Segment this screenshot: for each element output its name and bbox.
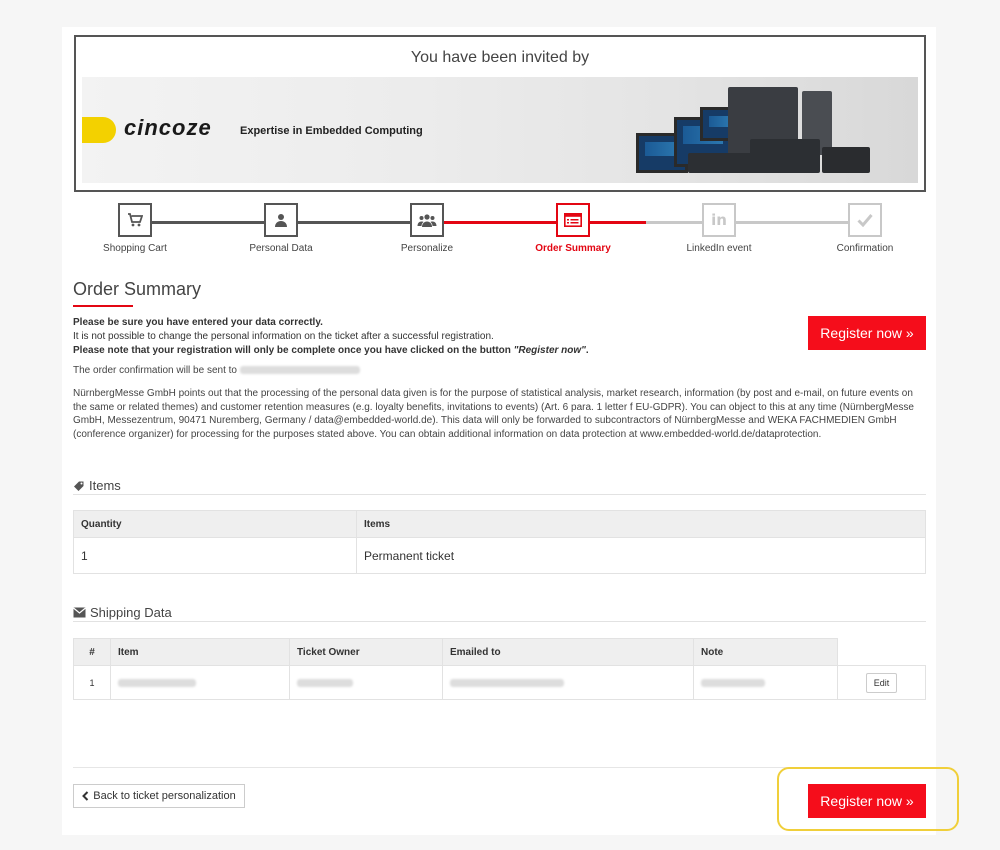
table-header: # Item Ticket Owner Emailed to Note <box>73 638 926 666</box>
items-section-title: Items <box>73 478 121 493</box>
progress-steps: Shopping Cart Personal Data Personalize … <box>74 200 926 262</box>
step-order-summary[interactable]: Order Summary <box>513 203 633 254</box>
register-now-button-bottom[interactable]: Register now » <box>808 784 926 818</box>
column-header: Note <box>693 638 838 666</box>
emailed-to-cell <box>442 665 694 700</box>
step-label: Shopping Cart <box>103 243 167 254</box>
shipping-section-title: Shipping Data <box>73 605 172 620</box>
column-header: Item <box>110 638 290 666</box>
step-personal-data[interactable]: Personal Data <box>221 203 341 254</box>
step-personalize[interactable]: Personalize <box>367 203 487 254</box>
edit-button[interactable]: Edit <box>865 672 898 693</box>
cincoze-logo-mark <box>82 117 116 143</box>
list-icon <box>556 203 590 237</box>
tag-icon <box>74 481 84 491</box>
column-header: # <box>73 638 111 666</box>
section-divider <box>73 621 926 622</box>
intro-line-1: Please be sure you have entered your dat… <box>73 317 323 328</box>
privacy-notice: NürnbergMesse GmbH points out that the p… <box>73 388 914 440</box>
step-linkedin-event[interactable]: in LinkedIn event <box>659 203 779 254</box>
cart-icon <box>118 203 152 237</box>
column-header: Emailed to <box>442 638 694 666</box>
linkedin-icon: in <box>702 203 736 237</box>
row-number: 1 <box>73 665 111 700</box>
back-button[interactable]: Back to ticket personalization <box>73 784 245 808</box>
intro-quote: "Register now" <box>513 345 586 356</box>
register-now-button-top[interactable]: Register now » <box>808 316 926 350</box>
redacted-note <box>701 679 765 688</box>
step-label: Confirmation <box>836 243 894 254</box>
items-title: Items <box>89 478 121 493</box>
table-row: 1 Permanent ticket <box>73 537 926 574</box>
confirmation-text: The order confirmation will be sent to <box>73 365 360 376</box>
shipping-table: # Item Ticket Owner Emailed to Note 1 Ed… <box>73 638 926 700</box>
intro-line-2: It is not possible to change the persona… <box>73 331 494 342</box>
confirmation-label: The order confirmation will be sent to <box>73 365 237 376</box>
item-cell <box>110 665 290 700</box>
step-label: Personalize <box>400 243 454 254</box>
ticket-owner-cell <box>289 665 443 700</box>
section-divider <box>73 494 926 495</box>
step-label: LinkedIn event <box>686 243 752 254</box>
step-label: Order Summary <box>535 243 611 254</box>
chevron-left-icon <box>82 791 89 801</box>
invitation-banner: You have been invited by cincoze Experti… <box>74 35 926 192</box>
intro-text: Please be sure you have entered your dat… <box>73 316 793 358</box>
table-header: Quantity Items <box>73 510 926 538</box>
action-cell: Edit <box>837 665 926 700</box>
redacted-owner <box>297 679 353 688</box>
item-cell: Permanent ticket <box>356 537 926 574</box>
users-icon <box>410 203 444 237</box>
shipping-title: Shipping Data <box>90 605 172 620</box>
exhibitor-banner-image[interactable]: cincoze Expertise in Embedded Computing <box>82 77 918 183</box>
title-underline <box>73 305 133 307</box>
cincoze-logo: cincoze <box>124 115 212 140</box>
redacted-item <box>118 679 196 688</box>
banner-tagline: Expertise in Embedded Computing <box>240 125 423 137</box>
step-label: Personal Data <box>249 243 313 254</box>
banner-title: You have been invited by <box>410 49 590 66</box>
envelope-icon <box>73 607 86 618</box>
back-button-label: Back to ticket personalization <box>93 790 236 802</box>
table-row: 1 Edit <box>73 665 926 700</box>
redacted-email <box>239 366 360 375</box>
check-icon <box>848 203 882 237</box>
column-header <box>837 638 926 666</box>
column-header: Ticket Owner <box>289 638 443 666</box>
intro-line-3: Please note that your registration will … <box>73 345 514 356</box>
intro-line-3-end: . <box>585 345 589 356</box>
user-icon <box>264 203 298 237</box>
note-cell <box>693 665 838 700</box>
column-header: Quantity <box>73 510 357 538</box>
items-table: Quantity Items 1 Permanent ticket <box>73 510 926 574</box>
step-confirmation[interactable]: Confirmation <box>805 203 925 254</box>
quantity-cell: 1 <box>73 537 357 574</box>
step-shopping-cart[interactable]: Shopping Cart <box>75 203 195 254</box>
page-title: Order Summary <box>73 279 202 299</box>
redacted-email <box>450 679 564 688</box>
column-header: Items <box>356 510 926 538</box>
